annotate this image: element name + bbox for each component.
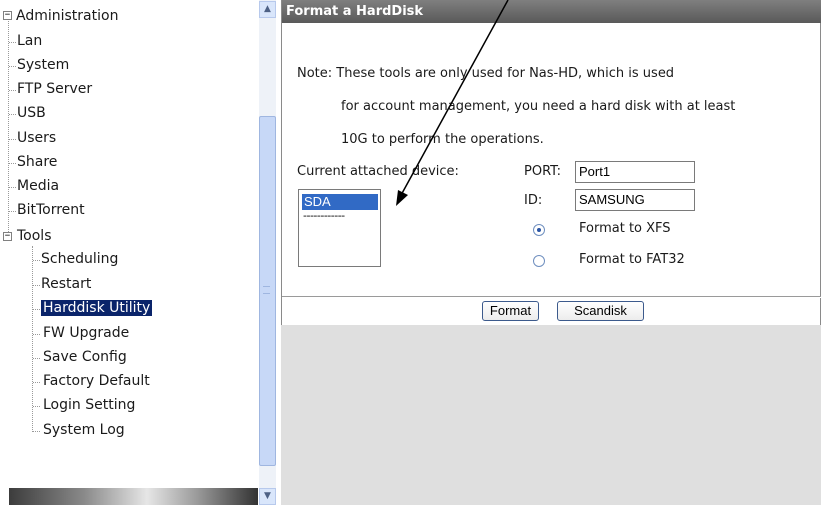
tree-item-share[interactable]: Share (17, 152, 57, 172)
collapse-icon[interactable]: − (3, 11, 12, 20)
tree-item-system-log[interactable]: System Log (43, 420, 125, 440)
tree-item-scheduling[interactable]: Scheduling (41, 249, 118, 269)
scandisk-button[interactable]: Scandisk (557, 301, 644, 321)
navigation-tree: − Administration Lan System FTP Server U… (0, 0, 258, 505)
tree-scrollbar[interactable]: ▲ ▼ (259, 0, 276, 505)
tree-item-login-setting[interactable]: Login Setting (43, 395, 135, 415)
tree-node-label: Tools (17, 228, 52, 244)
tree-guide-line (8, 14, 9, 232)
tree-branch (9, 211, 16, 212)
id-field[interactable]: SAMSUNG (575, 189, 695, 211)
tree-item-label: Share (17, 154, 58, 170)
tree-branch (9, 114, 16, 115)
tree-node-administration[interactable]: Administration (16, 6, 118, 26)
tree-item-restart[interactable]: Restart (41, 274, 91, 294)
tree-item-harddisk-utility[interactable]: Harddisk Utility (41, 298, 153, 318)
tree-item-users[interactable]: Users (17, 128, 56, 148)
tree-branch (9, 66, 16, 67)
tree-node-tools[interactable]: Tools (17, 226, 52, 246)
tree-branch (33, 431, 40, 432)
tree-item-label: FW Upgrade (43, 325, 130, 341)
tree-item-fw-upgrade[interactable]: FW Upgrade (43, 323, 129, 343)
scroll-down-icon[interactable]: ▼ (259, 488, 276, 505)
device-listbox[interactable]: SDA ------------ (298, 189, 381, 267)
tree-branch (9, 187, 16, 188)
tree-item-label: Users (17, 130, 57, 146)
tree-item-label: System Log (43, 422, 125, 438)
tree-branch (33, 285, 40, 286)
device-option-separator[interactable]: ------------ (303, 210, 345, 222)
port-field[interactable]: Port1 (575, 161, 695, 183)
collapse-icon[interactable]: − (3, 232, 12, 241)
tree-branch (33, 334, 40, 335)
tree-branch (9, 139, 16, 140)
port-label: PORT: (524, 164, 562, 179)
tree-item-label: Harddisk Utility (41, 300, 153, 316)
attached-device-label: Current attached device: (297, 164, 459, 179)
tree-item-system[interactable]: System (17, 55, 69, 75)
tree-item-factory-default[interactable]: Factory Default (43, 371, 150, 391)
radio-format-xfs[interactable] (533, 224, 545, 236)
tree-item-label: Restart (41, 276, 92, 292)
tree-item-label: FTP Server (17, 81, 93, 97)
tree-item-bittorrent[interactable]: BitTorrent (17, 200, 85, 220)
note-text-line-2: for account management, you need a hard … (341, 99, 736, 114)
tree-item-label: Save Config (43, 349, 127, 365)
tree-item-label: Media (17, 178, 60, 194)
tree-item-label: Scheduling (41, 251, 119, 267)
tree-branch (33, 358, 40, 359)
content-area: Format a HardDisk Note: These tools are … (281, 0, 821, 505)
panel-title: Format a HardDisk (282, 0, 821, 23)
note-text-line-3: 10G to perform the operations. (341, 132, 544, 147)
scroll-up-icon[interactable]: ▲ (259, 1, 276, 18)
tree-item-label: Factory Default (43, 373, 150, 389)
tree-branch (33, 406, 40, 407)
tree-item-media[interactable]: Media (17, 176, 59, 196)
tree-branch (33, 309, 40, 310)
tree-item-usb[interactable]: USB (17, 103, 46, 123)
id-label: ID: (524, 193, 543, 208)
panel-divider (282, 296, 821, 298)
format-xfs-label: Format to XFS (579, 221, 671, 236)
tree-node-label: Administration (16, 8, 119, 24)
gradient-bar (9, 488, 258, 505)
tree-item-lan[interactable]: Lan (17, 31, 42, 51)
radio-format-fat32[interactable] (533, 255, 545, 267)
tree-item-label: USB (17, 105, 46, 121)
tree-item-label: Lan (17, 33, 43, 49)
tree-branch (9, 90, 16, 91)
note-text-line-1: Note: These tools are only used for Nas-… (297, 66, 675, 81)
tree-item-label: System (17, 57, 70, 73)
format-button[interactable]: Format (482, 301, 539, 321)
device-option-sda[interactable]: SDA (302, 194, 378, 210)
tree-item-ftp-server[interactable]: FTP Server (17, 79, 92, 99)
tree-guide-line (32, 246, 33, 432)
tree-branch (9, 163, 16, 164)
tree-branch (9, 42, 16, 43)
tree-branch (33, 260, 40, 261)
scrollbar-grip (263, 286, 270, 294)
format-harddisk-panel: Format a HardDisk Note: These tools are … (281, 0, 821, 325)
tree-item-save-config[interactable]: Save Config (43, 347, 127, 367)
format-fat32-label: Format to FAT32 (579, 252, 685, 267)
tree-item-label: BitTorrent (17, 202, 85, 218)
tree-branch (33, 382, 40, 383)
tree-item-label: Login Setting (43, 397, 136, 413)
